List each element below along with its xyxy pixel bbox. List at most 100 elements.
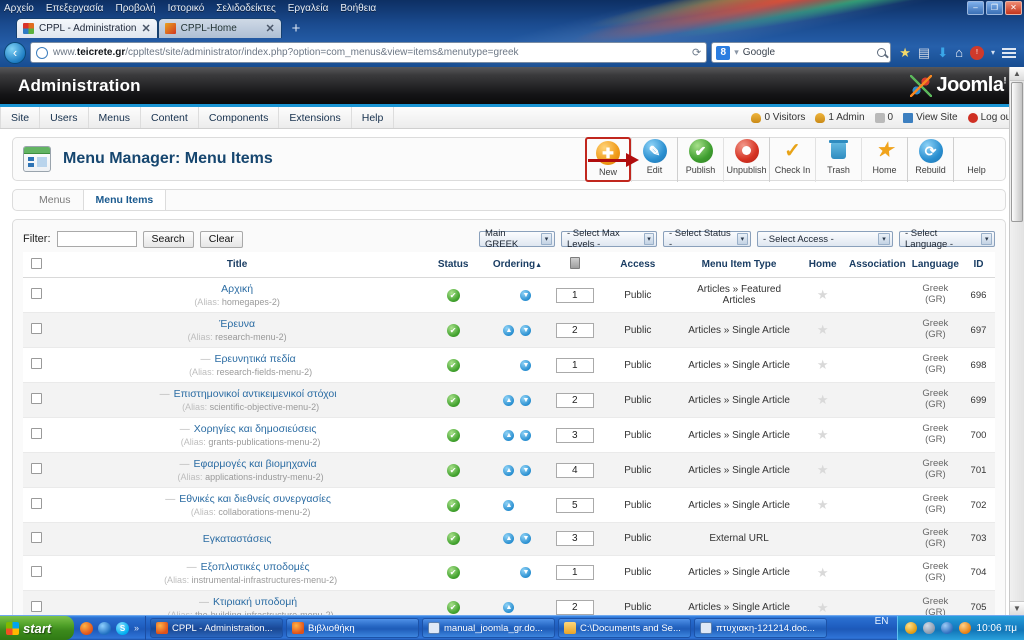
row-checkbox[interactable] [31, 288, 43, 299]
published-check-icon[interactable]: ✔ [446, 393, 460, 407]
published-check-icon[interactable]: ✔ [446, 601, 460, 615]
close-button[interactable]: ✕ [1005, 1, 1022, 15]
select-menutype[interactable]: Main GREEK ▾ [479, 228, 555, 250]
tab-menus[interactable]: Menus [27, 190, 83, 210]
menu-bookmarks[interactable]: Σελιδοδείκτες [216, 3, 275, 14]
row-title-link[interactable]: Εξοπλιστικές υποδομές [201, 561, 310, 573]
move-up-icon[interactable]: ▲ [503, 602, 515, 614]
reading-list-icon[interactable]: ▤ [918, 46, 930, 59]
row-checkbox[interactable] [31, 498, 43, 509]
menu-view[interactable]: Προβολή [115, 3, 155, 14]
admin-menu-help[interactable]: Help [352, 107, 395, 128]
addon-badge-icon[interactable]: ! [969, 45, 984, 60]
move-down-icon[interactable]: ▼ [520, 394, 532, 406]
admin-menu-content[interactable]: Content [141, 107, 199, 128]
select-access[interactable]: - Select Access - ▾ [757, 231, 893, 247]
home-star-icon[interactable]: ★ [817, 322, 829, 337]
trash-button[interactable]: Trash [815, 136, 861, 182]
published-check-icon[interactable]: ✔ [446, 566, 460, 580]
browser-tab-cppl-home[interactable]: CPPL-Home ✕ [157, 18, 282, 38]
select-language[interactable]: - Select Language - ▾ [899, 228, 995, 250]
check-in-button[interactable]: ✓ Check In [769, 136, 815, 182]
order-input[interactable]: 2 [555, 322, 594, 338]
taskbar-item[interactable]: C:\Documents and Se... [558, 618, 692, 638]
select-max-levels[interactable]: - Select Max Levels - ▾ [561, 228, 657, 250]
search-engine-icon[interactable]: 8 [716, 45, 731, 60]
row-checkbox[interactable] [31, 565, 43, 577]
col-status[interactable]: Status [424, 252, 483, 278]
order-input[interactable]: 1 [555, 357, 594, 373]
download-icon[interactable]: ⬇ [937, 46, 948, 59]
order-input[interactable]: 5 [555, 497, 594, 513]
menu-tools[interactable]: Εργαλεία [288, 3, 329, 14]
search-input[interactable]: Google [743, 47, 873, 58]
firefox-icon[interactable] [80, 621, 93, 635]
start-button[interactable]: start [0, 616, 74, 640]
menu-edit[interactable]: Επεξεργασία [46, 3, 104, 14]
home-star-icon[interactable]: ★ [817, 392, 829, 407]
shield-icon[interactable] [904, 622, 917, 634]
scroll-down-icon[interactable]: ▼ [1010, 601, 1024, 615]
row-title-link[interactable]: Έρευνα [219, 318, 255, 330]
move-down-icon[interactable]: ▼ [520, 359, 532, 371]
new-tab-button[interactable]: + [292, 20, 301, 37]
row-title-link[interactable]: Εφαρμογές και βιομηχανία [194, 458, 317, 470]
quick-launch-more-icon[interactable]: » [134, 623, 139, 633]
browser-tab-cppl-administration[interactable]: CPPL - Administration ✕ [16, 18, 158, 38]
row-title-link[interactable]: Κτιριακή υποδομή [213, 596, 297, 608]
row-title-link[interactable]: Εγκαταστάσεις [203, 533, 272, 545]
search-bar[interactable]: 8 ▾ Google [711, 42, 892, 63]
row-checkbox[interactable] [31, 428, 43, 439]
network-icon[interactable] [922, 622, 935, 634]
view-site-link[interactable]: View Site [903, 112, 958, 123]
move-down-icon[interactable]: ▼ [520, 567, 532, 579]
published-check-icon[interactable]: ✔ [446, 428, 460, 442]
published-check-icon[interactable]: ✔ [446, 288, 460, 302]
unpublish-button[interactable]: Unpublish [723, 136, 769, 182]
admin-menu-users[interactable]: Users [40, 107, 89, 128]
move-down-icon[interactable]: ▼ [520, 429, 532, 441]
row-title-link[interactable]: Αρχική [221, 283, 253, 295]
col-id[interactable]: ID [961, 252, 995, 278]
admin-menu-extensions[interactable]: Extensions [279, 107, 352, 128]
taskbar-item[interactable]: πτυχιακη-121214.doc... [694, 618, 828, 638]
taskbar-item[interactable]: CPPL - Administration... [150, 618, 284, 638]
move-down-icon[interactable]: ▼ [520, 289, 532, 301]
tab-close-icon[interactable]: ✕ [141, 22, 150, 35]
logout-link[interactable]: Log out [967, 112, 1014, 123]
move-up-icon[interactable]: ▲ [503, 533, 515, 545]
order-input[interactable]: 4 [555, 462, 594, 478]
move-up-icon[interactable]: ▲ [503, 394, 515, 406]
home-star-icon[interactable]: ★ [817, 497, 829, 512]
scrollbar-thumb[interactable] [1011, 82, 1023, 222]
order-input[interactable]: 2 [555, 392, 594, 408]
admin-menu-components[interactable]: Components [199, 107, 280, 128]
maximize-button[interactable]: ❐ [986, 1, 1003, 15]
select-all-checkbox[interactable] [31, 257, 43, 269]
back-arrow-icon[interactable]: ‹ [4, 41, 26, 64]
home-star-icon[interactable]: ★ [817, 427, 829, 442]
published-check-icon[interactable]: ✔ [446, 498, 460, 512]
address-bar[interactable]: www.teicrete.gr/cppltest/site/administra… [30, 42, 708, 63]
menu-help[interactable]: Βοήθεια [340, 3, 376, 14]
select-status[interactable]: - Select Status - ▾ [663, 228, 751, 250]
row-title-link[interactable]: Ερευνητικά πεδία [214, 353, 295, 365]
scroll-up-icon[interactable]: ▲ [1010, 67, 1024, 81]
move-up-icon[interactable]: ▲ [503, 464, 515, 476]
save-order-icon[interactable] [569, 257, 580, 269]
clock[interactable]: 10:06 πμ [977, 623, 1017, 634]
order-input[interactable]: 3 [555, 531, 594, 547]
published-check-icon[interactable]: ✔ [446, 463, 460, 477]
ie-icon[interactable] [98, 621, 111, 635]
row-checkbox[interactable] [31, 393, 43, 404]
move-down-icon[interactable]: ▼ [520, 533, 532, 545]
reload-icon[interactable]: ⟳ [692, 46, 701, 59]
update-icon[interactable] [940, 622, 953, 634]
published-check-icon[interactable]: ✔ [446, 532, 460, 546]
taskbar-item[interactable]: Βιβλιοθήκη [286, 618, 420, 638]
messages-status[interactable]: 0 [874, 112, 893, 123]
antivirus-icon[interactable] [958, 622, 971, 634]
home-star-icon[interactable]: ★ [817, 287, 829, 302]
menu-file[interactable]: Αρχείο [4, 3, 34, 14]
admin-menu-site[interactable]: Site [0, 107, 41, 128]
